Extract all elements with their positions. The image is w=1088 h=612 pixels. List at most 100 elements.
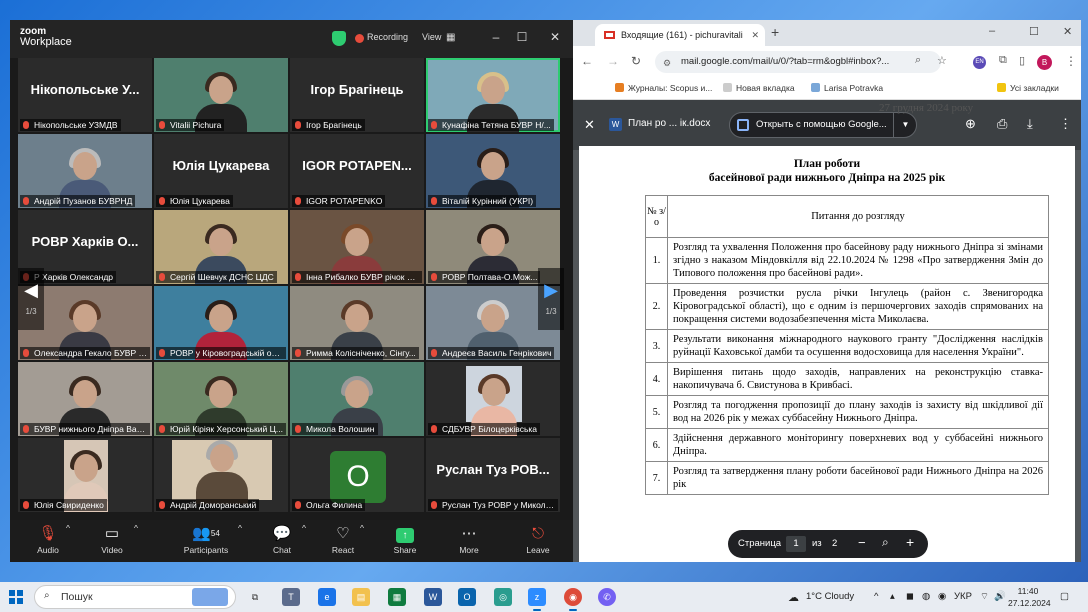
zoom-app-icon[interactable]: z [528, 588, 546, 606]
zoom-in-icon[interactable]: + [906, 534, 914, 550]
participant-tile-active-speaker[interactable]: Кунафіна Тетяна БУВР Н/... [426, 58, 560, 132]
forward-arrow-icon[interactable]: → [607, 54, 619, 68]
word-icon[interactable]: W [424, 588, 442, 606]
next-page-button[interactable]: ▶ 1/3 [538, 268, 564, 330]
store-icon[interactable]: ▦ [388, 588, 406, 606]
edge-icon[interactable]: e [318, 588, 336, 606]
leave-button[interactable]: ⎋ Leave [522, 523, 554, 555]
minimize-button[interactable]: – [989, 25, 995, 37]
bookmark-item[interactable]: Новая вкладка [723, 83, 795, 93]
participant-tile[interactable]: Юлія Свириденко [18, 438, 152, 512]
bookmark-star-icon[interactable]: ☆ [937, 54, 947, 67]
participant-tile[interactable]: Інна Рибалко БУВР річок П... [290, 210, 424, 284]
tab-gmail-inbox[interactable]: Входящие (161) - pichuravitali ✕ [595, 24, 765, 46]
zoom-search-icon[interactable]: ⌕ [915, 54, 921, 67]
weather-text[interactable]: 1°C Cloudy [806, 591, 854, 602]
chevron-down-icon[interactable]: ▼ [893, 112, 917, 138]
network-icon[interactable]: ▴ [890, 591, 895, 602]
audio-options-chevron-icon[interactable]: ^ [66, 523, 70, 533]
minimize-button[interactable]: – [487, 28, 505, 46]
side-panel-icon[interactable]: ▯ [1019, 54, 1025, 67]
back-arrow-icon[interactable]: ← [581, 54, 593, 68]
tray-app-icon[interactable]: ◉ [938, 591, 946, 602]
video-button[interactable]: ▭ Video [98, 523, 126, 555]
new-tab-button[interactable]: + [771, 24, 779, 40]
participant-tile[interactable]: IGOR POTAPEN... IGOR POTAPENKO [290, 134, 424, 208]
participant-tile[interactable]: СДБУВР Білоцерківська [426, 362, 560, 436]
participant-tile[interactable]: Віталій Курінний (УКРІ) [426, 134, 560, 208]
weather-icon[interactable]: ☁ [788, 591, 799, 604]
participant-tile[interactable]: Римма Колісніченко, Сінгу... [290, 286, 424, 360]
maximize-button[interactable]: ☐ [513, 28, 531, 46]
participant-tile[interactable]: Андрій Доморанський [154, 438, 288, 512]
react-button[interactable]: ♡ React [328, 523, 358, 555]
encryption-shield-icon[interactable] [332, 31, 346, 46]
participant-tile[interactable]: Vitalii Pichura [154, 58, 288, 132]
grid-view-icon[interactable]: ▦ [446, 32, 455, 43]
bookmark-item[interactable]: Журналы: Scopus и... [615, 83, 712, 93]
site-info-icon[interactable]: ⚙ [663, 58, 671, 69]
tray-app-icon[interactable]: ◍ [922, 591, 930, 602]
show-hidden-icons-chevron-icon[interactable]: ^ [874, 591, 878, 602]
participant-tile[interactable]: Микола Волошин [290, 362, 424, 436]
participant-tile[interactable]: Юрій Кіріяк Херсонський Ц... [154, 362, 288, 436]
all-bookmarks-button[interactable]: Усі закладки [997, 83, 1059, 93]
close-button[interactable]: ✕ [1063, 25, 1072, 38]
participant-tile[interactable]: Нікопольське У... Нікопольське УЗМДВ [18, 58, 152, 132]
language-indicator[interactable]: УКР [954, 591, 972, 602]
extension-icon[interactable]: EN [973, 56, 986, 69]
add-to-drive-icon[interactable]: ⊕ [965, 116, 976, 132]
previous-page-button[interactable]: ◀ 1/3 [18, 268, 44, 330]
close-button[interactable]: ✕ [546, 28, 564, 46]
table-row: 6. Здійснення державного моніторингу пове… [645, 428, 1049, 462]
participants-options-chevron-icon[interactable]: ^ [238, 523, 242, 533]
chrome-icon[interactable]: ◉ [564, 588, 582, 606]
profile-avatar[interactable]: B [1037, 55, 1052, 70]
volume-icon[interactable]: 🔊 [994, 591, 1006, 602]
more-button[interactable]: ⋯ More [454, 523, 484, 555]
more-options-icon[interactable]: ⋮ [1059, 116, 1072, 132]
chat-options-chevron-icon[interactable]: ^ [302, 523, 306, 533]
chat-button[interactable]: 💬 Chat [268, 523, 296, 555]
wifi-icon[interactable]: ⌔ [980, 591, 989, 602]
view-button[interactable]: View [422, 32, 441, 42]
react-options-chevron-icon[interactable]: ^ [360, 523, 364, 533]
outlook-icon[interactable]: O [458, 588, 476, 606]
close-icon[interactable]: ✕ [584, 117, 595, 133]
clock[interactable]: 11:40 27.12.2024 [1008, 585, 1051, 609]
participant-tile[interactable]: Ігор Брагінець Ігор Брагінець [290, 58, 424, 132]
print-icon[interactable]: ⎙ [997, 116, 1007, 132]
viber-icon[interactable]: ✆ [598, 588, 616, 606]
windows-start-icon[interactable] [9, 590, 23, 604]
audio-button[interactable]: 🎙 Audio [34, 523, 62, 555]
video-options-chevron-icon[interactable]: ^ [134, 523, 138, 533]
address-bar[interactable]: mail.google.com/mail/u/0/?tab=rm&ogbl#in… [655, 51, 941, 73]
participant-tile[interactable]: Андрій Пузанов БУВРНД [18, 134, 152, 208]
tray-app-icon[interactable]: ◼ [906, 591, 914, 602]
app-icon[interactable]: ◎ [494, 588, 512, 606]
tab-close-icon[interactable]: ✕ [751, 24, 759, 46]
zoom-out-icon[interactable]: − [858, 535, 866, 550]
page-number-input[interactable]: 1 [786, 536, 806, 552]
download-icon[interactable]: ⤓ [1027, 116, 1033, 132]
recording-label[interactable]: Recording [367, 32, 408, 42]
notification-icon[interactable]: ▢ [1060, 591, 1069, 602]
share-button[interactable]: ↑ Share [390, 523, 420, 555]
task-view-icon[interactable]: ⧉ [246, 588, 264, 606]
reload-icon[interactable]: ↻ [631, 54, 641, 68]
extensions-puzzle-icon[interactable]: ⧉ [999, 54, 1007, 67]
participant-tile[interactable]: O Ольга Филина [290, 438, 424, 512]
participant-tile[interactable]: Руслан Туз РОВ... Руслан Туз РОВР у Мико… [426, 438, 560, 512]
participant-tile[interactable]: БУВР нижнього Дніпра Вал... [18, 362, 152, 436]
participants-button[interactable]: 👥54 Participants [178, 523, 234, 555]
maximize-button[interactable]: ☐ [1029, 25, 1039, 38]
participant-tile[interactable]: Сергій Шевчук ДСНС ЦДС [154, 210, 288, 284]
bookmark-item[interactable]: Larisa Potravka [811, 83, 883, 93]
participant-tile[interactable]: РОВР у Кіровоградській об... [154, 286, 288, 360]
zoom-search-icon[interactable]: ⌕ [882, 535, 889, 550]
teams-icon[interactable]: T [282, 588, 300, 606]
participant-tile[interactable]: Юлія Цукарева Юлія Цукарева [154, 134, 288, 208]
file-explorer-icon[interactable]: ▤ [352, 588, 370, 606]
menu-kebab-icon[interactable]: ⋮ [1065, 54, 1077, 68]
open-with-button[interactable]: Открыть с помощью Google... [729, 112, 917, 138]
